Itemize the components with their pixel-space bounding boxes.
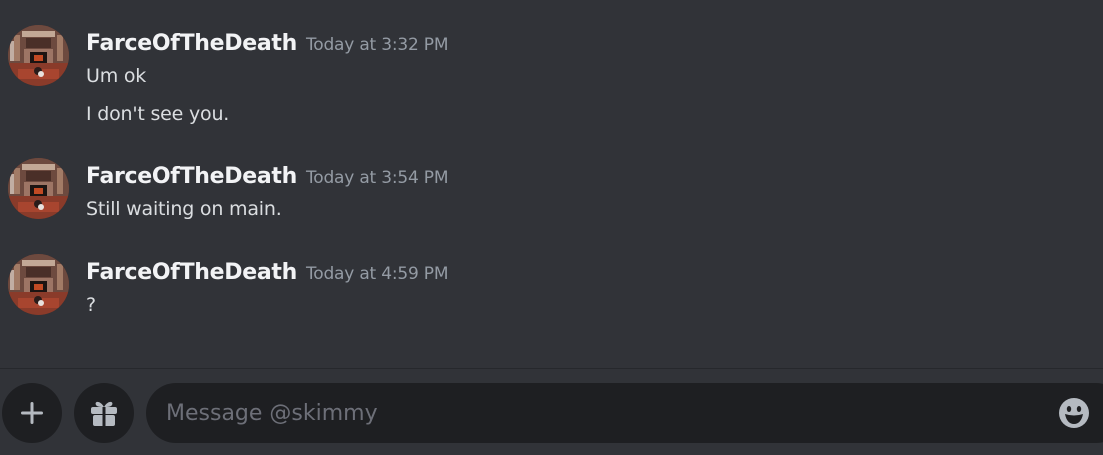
avatar[interactable]: [8, 254, 69, 315]
timestamp: Today at 3:32 PM: [305, 35, 449, 55]
timestamp: Today at 4:59 PM: [305, 264, 449, 284]
message-text: ?: [86, 294, 96, 316]
username[interactable]: FarceOfTheDeath: [86, 31, 297, 56]
plus-icon: [21, 402, 43, 424]
message-input[interactable]: [166, 383, 1026, 443]
gift-icon: [91, 401, 117, 426]
avatar[interactable]: [8, 158, 69, 219]
message-header: FarceOfTheDeath Today at 3:54 PM: [86, 164, 449, 189]
timestamp: Today at 3:54 PM: [305, 168, 449, 188]
message-text: I don't see you.: [86, 103, 230, 125]
message-header: FarceOfTheDeath Today at 3:32 PM: [86, 31, 449, 56]
add-attachment-button[interactable]: [2, 383, 62, 443]
composer-divider: [0, 368, 1103, 369]
gift-button[interactable]: [74, 383, 134, 443]
username[interactable]: FarceOfTheDeath: [86, 164, 297, 189]
username[interactable]: FarceOfTheDeath: [86, 260, 297, 285]
avatar[interactable]: [8, 25, 69, 86]
emoji-button[interactable]: [1058, 397, 1090, 429]
message-text: Still waiting on main.: [86, 198, 282, 220]
message-header: FarceOfTheDeath Today at 4:59 PM: [86, 260, 449, 285]
message-text: Um ok: [86, 65, 147, 87]
message-list: FarceOfTheDeath Today at 3:32 PM Um ok I …: [0, 0, 1103, 368]
emoji-icon: [1059, 398, 1089, 428]
message-composer: [146, 383, 1103, 443]
